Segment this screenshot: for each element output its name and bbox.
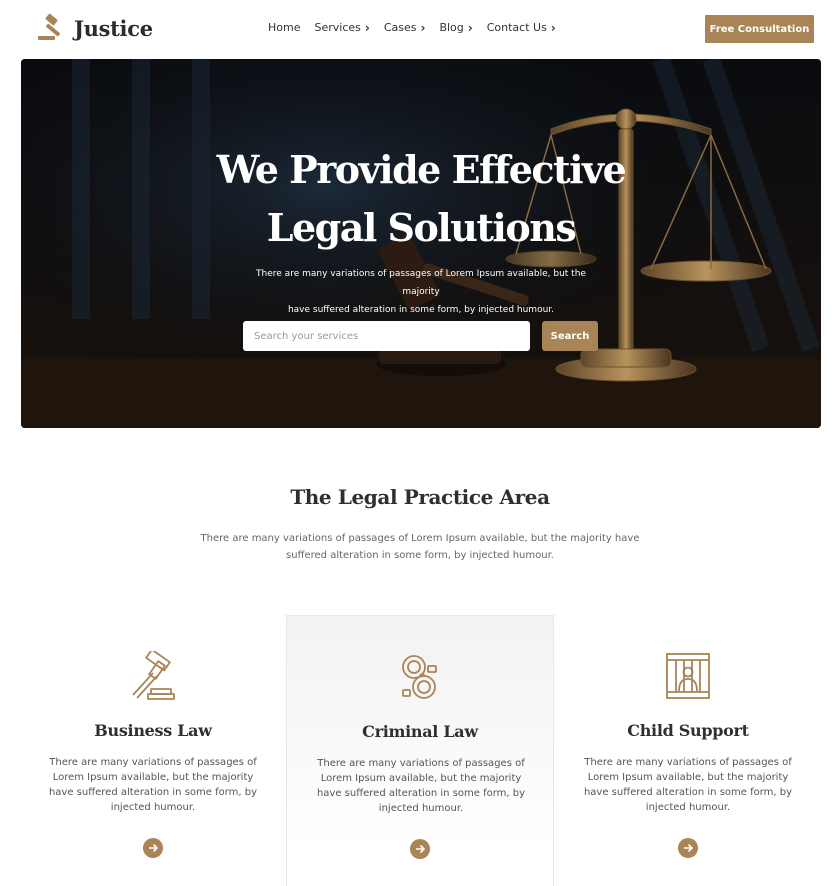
- section-subtitle: There are many variations of passages of…: [200, 530, 640, 564]
- service-search-input[interactable]: [243, 321, 530, 351]
- nav-contact-label: Contact Us: [486, 21, 547, 34]
- search-button[interactable]: Search: [542, 321, 598, 351]
- main-nav: Home Services › Cases › Blog › Contact U…: [268, 21, 556, 34]
- section-subtitle-line-2: suffered alteration in some form, by inj…: [286, 550, 554, 561]
- site-header: Justice Home Services › Cases › Blog › C…: [0, 0, 840, 58]
- practice-card-business-law[interactable]: Business Law There are many variations o…: [19, 615, 287, 886]
- hero-subtitle-line-1: There are many variations of passages of…: [256, 269, 586, 297]
- arrow-right-icon[interactable]: [143, 838, 163, 858]
- hero-title-line-1: We Provide Effective: [216, 147, 627, 192]
- card-title: Business Law: [94, 721, 212, 740]
- card-title: Criminal Law: [362, 722, 478, 741]
- nav-cases-label: Cases: [383, 21, 417, 34]
- card-title: Child Support: [627, 721, 749, 740]
- card-text: There are many variations of passages of…: [316, 758, 526, 814]
- chevron-right-icon: ›: [364, 20, 370, 35]
- nav-blog-label: Blog: [439, 21, 464, 34]
- card-text: There are many variations of passages of…: [48, 757, 258, 813]
- hero-banner: We Provide Effective Legal Solutions The…: [21, 59, 821, 428]
- practice-card-child-support[interactable]: Child Support There are many variations …: [554, 615, 822, 886]
- chevron-right-icon: ›: [550, 20, 556, 35]
- nav-services[interactable]: Services ›: [314, 21, 369, 34]
- brand-name: Justice: [74, 15, 153, 41]
- hero-title-line-2: Legal Solutions: [266, 205, 577, 250]
- hero-subtitle-line-2: have suffered alteration in some form, b…: [287, 305, 555, 315]
- nav-blog[interactable]: Blog ›: [439, 21, 472, 34]
- nav-home[interactable]: Home: [268, 21, 300, 34]
- gavel-logo-icon: [38, 13, 61, 40]
- hero-subtitle: There are many variations of passages of…: [236, 265, 606, 319]
- nav-cases[interactable]: Cases ›: [384, 21, 426, 34]
- logo[interactable]: Justice: [36, 13, 153, 43]
- chevron-right-icon: ›: [420, 20, 426, 35]
- section-title: The Legal Practice Area: [290, 485, 550, 509]
- practice-card-criminal-law[interactable]: Criminal Law There are many variations o…: [286, 615, 554, 886]
- handcuffs-icon: [402, 655, 437, 699]
- chevron-right-icon: ›: [467, 20, 473, 35]
- nav-services-label: Services: [314, 21, 361, 34]
- gavel-icon: [132, 651, 175, 700]
- nav-contact[interactable]: Contact Us ›: [487, 21, 556, 34]
- card-text: There are many variations of passages of…: [583, 757, 793, 813]
- arrow-right-icon[interactable]: [410, 839, 430, 859]
- hero-title: We Provide Effective Legal Solutions: [21, 141, 821, 257]
- nav-home-label: Home: [268, 21, 301, 34]
- arrow-right-icon[interactable]: [678, 838, 698, 858]
- free-consultation-button[interactable]: Free Consultation: [705, 15, 814, 43]
- section-subtitle-line-1: There are many variations of passages of…: [200, 533, 640, 544]
- prison-cell-icon: [666, 653, 710, 699]
